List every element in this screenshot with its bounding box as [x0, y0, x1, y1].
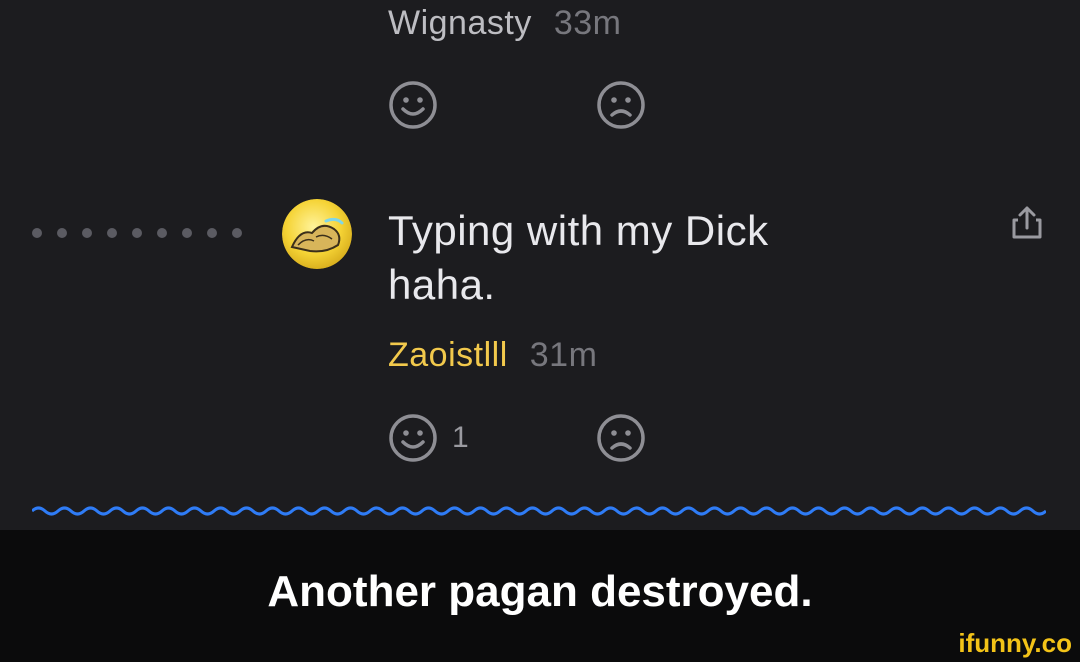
share-icon [1012, 206, 1042, 239]
comments-screen: Wignasty 33m Typing with my Dick haha. Z… [0, 0, 1080, 530]
frown-button[interactable] [596, 413, 646, 463]
thread-dot [57, 228, 67, 238]
comment-author[interactable]: Zaoistlll [388, 336, 508, 374]
thread-wave-line [32, 506, 1046, 516]
previous-smile-button[interactable] [388, 80, 438, 130]
smile-count: 1 [452, 421, 469, 454]
comment-text: Typing with my Dick haha. [388, 204, 948, 312]
share-button[interactable] [1010, 204, 1044, 245]
smile-icon [389, 81, 437, 129]
thread-dot [232, 228, 242, 238]
thread-dot [107, 228, 117, 238]
avatar[interactable] [282, 199, 352, 269]
thread-dot [132, 228, 142, 238]
previous-comment-author[interactable]: Wignasty [388, 4, 532, 42]
comment-time: 31m [529, 336, 598, 374]
comment-text-line: haha. [388, 261, 496, 308]
frown-icon [597, 414, 645, 462]
frown-icon [597, 81, 645, 129]
caption-text: Another pagan destroyed. [267, 567, 813, 616]
thread-dot [32, 228, 42, 238]
thread-dot [182, 228, 192, 238]
avatar-image [282, 199, 352, 269]
thread-depth-dots [32, 228, 242, 238]
previous-comment-time: 33m [553, 4, 622, 42]
thread-dot [157, 228, 167, 238]
thread-dot [82, 228, 92, 238]
comment-text-line: Typing with my Dick [388, 207, 769, 254]
smile-button[interactable]: 1 [388, 413, 469, 463]
previous-frown-button[interactable] [596, 80, 646, 130]
watermark-logo: ifunny.co [958, 628, 1072, 658]
thread-dot [207, 228, 217, 238]
smile-icon [389, 414, 437, 462]
comment-meta: Zaoistlll 31m [388, 334, 597, 376]
previous-comment-meta: Wignasty 33m [388, 2, 621, 44]
